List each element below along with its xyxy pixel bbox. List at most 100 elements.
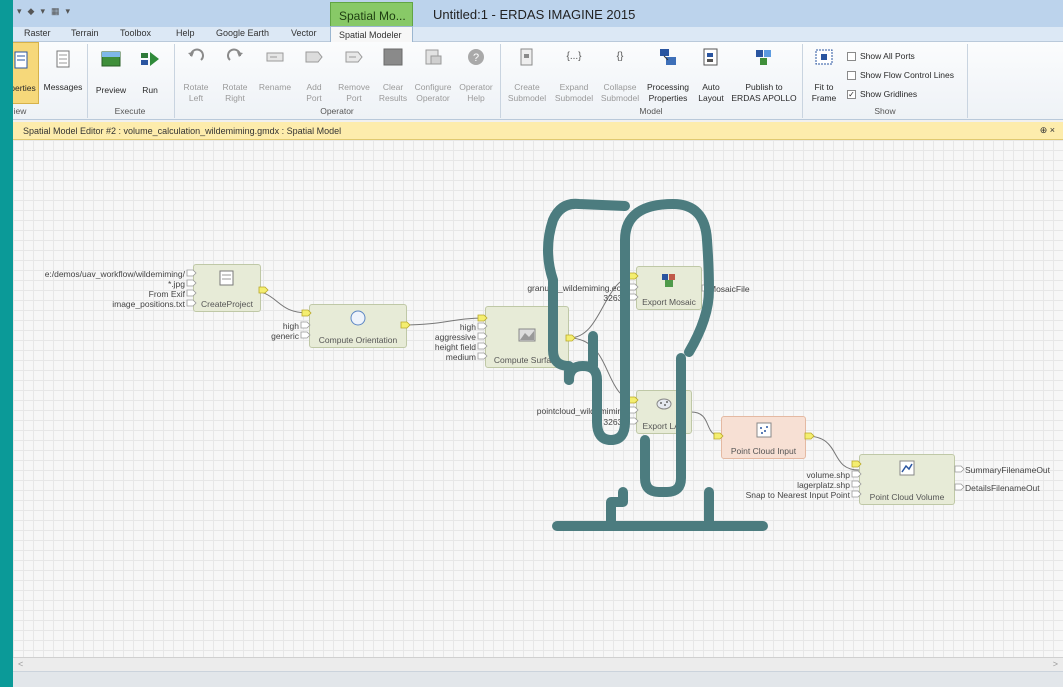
operator-compute-surface[interactable]: Compute Surface	[485, 306, 569, 368]
clear-results-label-1: Clear	[382, 82, 404, 92]
ribbon-separator	[174, 44, 175, 118]
rotate-right-button[interactable]: Rotate Right	[216, 42, 254, 104]
expand-submodel-label-2: Submodel	[554, 93, 594, 103]
export-mosaic-icon	[662, 274, 675, 287]
operator-export-las[interactable]: Export LAS	[636, 390, 692, 434]
context-tab-spatial-modeler[interactable]: Spatial Mo...	[330, 2, 413, 27]
port-label: generic	[271, 331, 299, 341]
publish-apollo-label-2: ERDAS APOLLO	[731, 93, 797, 103]
node-title: Compute Orientation	[318, 335, 398, 345]
group-label-model: Model	[639, 106, 663, 116]
port-label: height field	[434, 342, 476, 352]
qat-menu-icon[interactable]: ▾	[66, 6, 71, 17]
checkbox-box[interactable]	[847, 70, 856, 80]
properties-label: perties	[13, 83, 36, 93]
collapse-submodel-icon: {}	[616, 51, 624, 62]
run-button[interactable]: Run	[133, 42, 167, 104]
fit-to-frame-button[interactable]: Fit to Frame	[805, 42, 843, 104]
qat-grid-icon[interactable]: ▦	[51, 6, 60, 17]
output-port-label: SummaryFilenameOut	[965, 465, 1051, 475]
node-title: Compute Surface	[493, 355, 561, 365]
port-label: Snap to Nearest Input Point	[745, 490, 850, 500]
port-label: 32632	[603, 293, 627, 303]
tab-toolbox[interactable]: Toolbox	[120, 28, 151, 38]
add-port-button[interactable]: Add Port	[296, 42, 332, 104]
tab-spatial-modeler[interactable]: Spatial Modeler	[330, 26, 413, 43]
rename-label: Rename	[258, 82, 292, 92]
auto-layout-icon	[703, 48, 718, 66]
tab-raster[interactable]: Raster	[24, 28, 51, 38]
ribbon-tab-bar: Raster Terrain Toolbox Help Google Earth…	[13, 27, 1063, 42]
scroll-left-arrow[interactable]: <	[18, 659, 23, 669]
create-project-icon	[219, 270, 234, 286]
auto-layout-button[interactable]: Auto Layout	[693, 42, 729, 104]
add-port-icon	[305, 51, 323, 63]
tab-terrain[interactable]: Terrain	[71, 28, 99, 38]
compass-icon	[350, 310, 366, 326]
create-submodel-button[interactable]: Create Submodel	[503, 42, 551, 104]
show-flow-control-lines-label: Show Flow Control Lines	[860, 70, 955, 80]
point-cloud-icon	[656, 398, 672, 410]
auto-layout-label-1: Auto	[702, 82, 720, 92]
rotate-left-button[interactable]: Rotate Left	[177, 42, 215, 104]
preview-button[interactable]: Preview	[93, 42, 129, 104]
qat-save-icon[interactable]: ◆	[28, 6, 35, 17]
remove-port-icon	[345, 51, 363, 63]
operator-help-button[interactable]: ? Operator Help	[455, 42, 497, 104]
configure-operator-label-2: Operator	[416, 93, 450, 103]
operator-help-label-2: Help	[467, 93, 485, 103]
configure-operator-button[interactable]: Configure Operator	[411, 42, 455, 104]
connection-lines	[244, 275, 963, 489]
rename-button[interactable]: Rename	[255, 42, 295, 104]
remove-port-button[interactable]: Remove Port	[333, 42, 375, 104]
operator-export-mosaic[interactable]: Export Mosaic	[636, 266, 702, 310]
properties-icon	[14, 51, 28, 69]
clear-results-icon	[383, 48, 403, 66]
show-flow-control-lines-checkbox[interactable]: Show Flow Control Lines	[847, 70, 954, 80]
clear-results-button[interactable]: Clear Results	[375, 42, 411, 104]
publish-to-erdas-apollo-button[interactable]: Publish to ERDAS APOLLO	[729, 42, 799, 104]
editor-window-controls[interactable]: ⊕ ×	[1040, 125, 1055, 136]
show-all-ports-checkbox[interactable]: Show All Ports	[847, 51, 915, 61]
port-label: aggressive	[434, 332, 476, 342]
node-title: Export LAS	[642, 421, 686, 431]
rotate-left-label-1: Rotate	[183, 82, 209, 92]
model-canvas[interactable]: e:/demos/uav_workflow/wildemiming/ *.jpg…	[13, 140, 1063, 657]
messages-button[interactable]: Messages	[41, 42, 85, 104]
input-point-cloud[interactable]: Point Cloud Input	[721, 416, 806, 459]
tab-google-earth[interactable]: Google Earth	[216, 28, 269, 38]
collapse-submodel-label-1: Collapse	[603, 82, 637, 92]
collapse-submodel-label-2: Submodel	[600, 93, 640, 103]
add-port-label-1: Add	[306, 82, 322, 92]
show-gridlines-checkbox[interactable]: ✓ Show Gridlines	[847, 89, 917, 99]
remove-port-label-1: Remove	[338, 82, 370, 92]
port-label: e:/demos/uav_workflow/wildemiming/	[44, 269, 185, 279]
node-title: Export Mosaic	[642, 297, 696, 307]
operator-create-project[interactable]: CreateProject	[193, 264, 261, 312]
expand-submodel-button[interactable]: {...} Expand Submodel	[551, 42, 597, 104]
processing-properties-button[interactable]: Processing Properties	[643, 42, 693, 104]
volume-icon	[899, 460, 915, 476]
qat-down-icon[interactable]: ▾	[17, 6, 22, 17]
surface-icon	[518, 328, 536, 342]
checkbox-box[interactable]	[847, 51, 856, 61]
scroll-right-arrow[interactable]: >	[1053, 659, 1058, 669]
operator-point-cloud-volume[interactable]: Point Cloud Volume	[859, 454, 955, 505]
qat-undo-icon[interactable]: ▾	[40, 6, 45, 17]
rotate-left-icon	[188, 48, 204, 61]
preview-icon	[101, 51, 121, 67]
checkbox-checked-icon[interactable]: ✓	[847, 89, 856, 99]
tab-vector[interactable]: Vector	[291, 28, 317, 38]
horizontal-scrollbar[interactable]: < >	[13, 657, 1063, 671]
port-label: 32632	[603, 417, 627, 427]
group-label-execute: Execute	[114, 106, 146, 116]
window-title: Untitled:1 - ERDAS IMAGINE 2015	[433, 7, 636, 22]
properties-button[interactable]: perties	[13, 42, 39, 104]
messages-icon	[56, 50, 70, 68]
processing-properties-label-1: Processing	[646, 82, 690, 92]
node-title: Point Cloud Input	[730, 446, 797, 456]
editor-title: Spatial Model Editor #2 : volume_calcula…	[23, 126, 342, 136]
collapse-submodel-button[interactable]: {} Collapse Submodel	[597, 42, 643, 104]
preview-label: Preview	[95, 85, 127, 95]
tab-help[interactable]: Help	[176, 28, 195, 38]
